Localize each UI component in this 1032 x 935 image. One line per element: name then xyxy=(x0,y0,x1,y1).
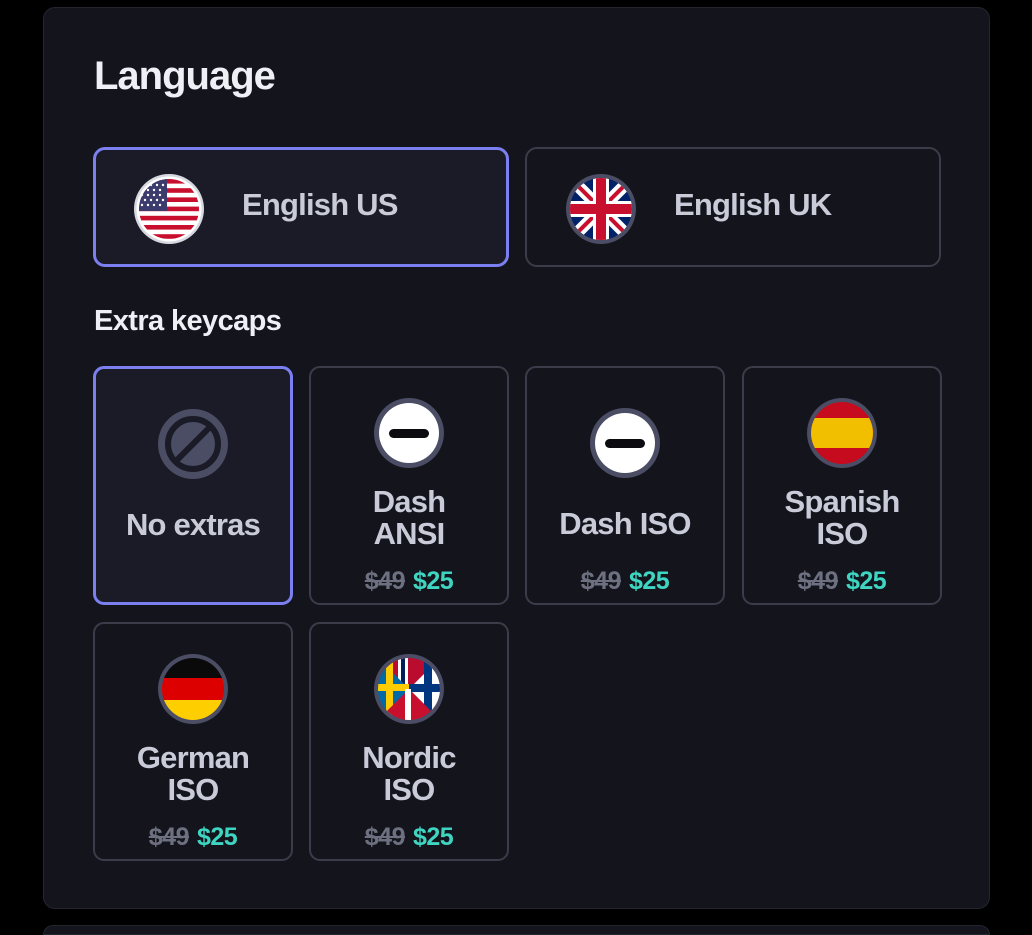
dash-icon xyxy=(374,398,444,468)
old-price: $49 xyxy=(364,567,406,595)
language-option-english-us[interactable]: English US xyxy=(93,147,509,267)
keycap-option-no-extras[interactable]: No extras xyxy=(93,366,293,605)
language-option-english-uk[interactable]: English UK xyxy=(525,147,941,267)
prohibited-icon xyxy=(158,409,228,479)
keycap-option-name: German xyxy=(136,740,250,775)
us-flag-icon xyxy=(134,174,204,244)
keycap-option-name: No extras xyxy=(125,507,261,542)
old-price: $49 xyxy=(148,823,190,851)
new-price: $25 xyxy=(846,567,887,595)
old-price: $49 xyxy=(797,567,839,595)
nordic-flags-icon xyxy=(374,654,444,724)
new-price: $25 xyxy=(629,567,670,595)
language-title: Language xyxy=(94,54,276,98)
germany-flag-icon xyxy=(158,654,228,724)
keycap-option-name-line2: ISO xyxy=(167,772,219,807)
keycap-price: $49 $25 xyxy=(311,567,507,596)
extras-title: Extra keycaps xyxy=(94,305,282,337)
keycap-option-name-line2: ISO xyxy=(383,772,435,807)
new-price: $25 xyxy=(413,823,454,851)
dash-icon xyxy=(590,408,660,478)
next-panel-edge xyxy=(43,925,990,935)
keycap-price: $49 $25 xyxy=(311,823,507,852)
keycap-option-name-line2: ANSI xyxy=(373,516,446,551)
keycap-option-german-iso[interactable]: German ISO $49 $25 xyxy=(93,622,293,861)
new-price: $25 xyxy=(413,567,454,595)
keycap-option-dash-iso[interactable]: Dash ISO $49 $25 xyxy=(525,366,725,605)
keycap-option-name-line2: ISO xyxy=(816,516,868,551)
keycap-option-nordic-iso[interactable]: Nordic ISO $49 $25 xyxy=(309,622,509,861)
keycap-option-spanish-iso[interactable]: Spanish ISO $49 $25 xyxy=(742,366,942,605)
keycap-option-dash-ansi[interactable]: Dash ANSI $49 $25 xyxy=(309,366,509,605)
old-price: $49 xyxy=(364,823,406,851)
keycap-option-name: Dash xyxy=(372,484,446,519)
keycap-option-name: Dash ISO xyxy=(559,506,691,541)
uk-flag-icon xyxy=(566,174,636,244)
keycap-price: $49 $25 xyxy=(527,567,723,596)
new-price: $25 xyxy=(197,823,238,851)
keycap-price: $49 $25 xyxy=(744,567,940,596)
keycap-price: $49 $25 xyxy=(95,823,291,852)
language-option-label: English US xyxy=(242,187,398,222)
old-price: $49 xyxy=(580,567,622,595)
keycap-option-name: Nordic xyxy=(362,740,456,775)
language-option-label: English UK xyxy=(674,187,832,222)
keycap-option-name: Spanish xyxy=(784,484,901,519)
spain-flag-icon xyxy=(807,398,877,468)
